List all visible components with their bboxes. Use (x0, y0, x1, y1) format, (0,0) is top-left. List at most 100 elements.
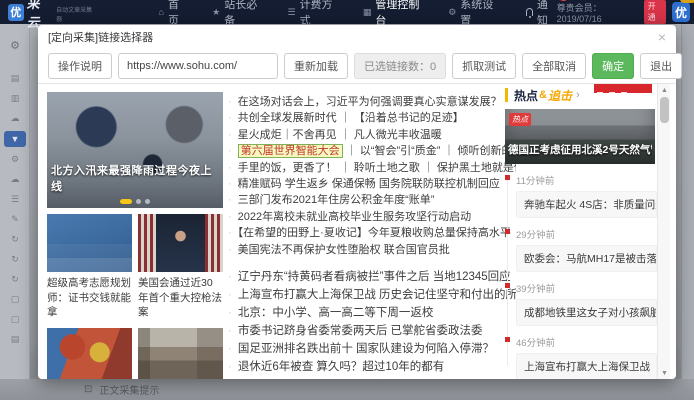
thumb-item[interactable]: 中国三人男篮止步小组赛 (47, 328, 132, 379)
left-media-column: 北方入汛来最强降雨过程今夜上线 超级高考志愿规划师：证书交钱就能拿 美国会通过近… (47, 92, 223, 379)
printer-icon[interactable]: ▤ (0, 332, 30, 347)
chart-icon[interactable]: ▤ (0, 71, 30, 86)
close-icon[interactable]: × (658, 30, 666, 44)
thumb-photo-basketball (47, 328, 132, 379)
hotspot-item-text[interactable]: 上海宣布打赢大上海保卫战 (516, 353, 657, 379)
thumb-photo-venice (138, 328, 223, 379)
upgrade-button[interactable]: 开通 (644, 0, 666, 24)
list-icon[interactable]: ☰ (0, 192, 30, 207)
iframe-scrollbar[interactable]: ▲ ▼ (657, 84, 670, 379)
exit-button[interactable]: 退出 (640, 53, 682, 79)
carousel-dot-active[interactable] (120, 199, 132, 204)
thumb-item[interactable]: 美国会通过近30年首个重大控枪法案 (138, 214, 223, 328)
thumb-item[interactable]: 超级高考志愿规划师：证书交钱就能拿 (47, 214, 132, 328)
gear-icon[interactable]: ⚙ (0, 152, 30, 167)
hotspot-subtitle: 追击 (548, 87, 572, 104)
headline-link[interactable]: 退休近6年被查 算久吗？超过10年的都有 (228, 358, 516, 376)
cancel-all-button[interactable]: 全部取消 (522, 53, 586, 79)
confirm-button[interactable]: 确定 (592, 53, 634, 79)
hotspot-item[interactable]: 39分钟前 成都地铁里这女子对小孩飙脏话 (516, 281, 657, 326)
headline-tail: ｜ 以“智会”引“质金” ｜ 倾听创新的律动 (343, 145, 516, 157)
status-bar-text: 正文采集提示 (99, 382, 159, 397)
status-bar: ⊡ 正文采集提示 (0, 379, 694, 400)
extension-logo[interactable]: 优VIP (672, 2, 690, 22)
carousel-dots (120, 199, 150, 204)
sync-icon[interactable]: ↻ (0, 252, 30, 267)
headline-link[interactable]: 上海宣布打赢大上海保卫战 历史会记住坚守和付出的所有人 (228, 286, 516, 304)
app-logo-icon: 优 (8, 4, 24, 21)
nav-item-label: 站长必备 (224, 0, 261, 28)
app-logo-tagline: 自动文章采集器 (56, 5, 94, 23)
gear-icon: ⚙ (448, 7, 456, 18)
headline-link[interactable]: 星火成炬｜不舍再见 ｜ 凡人微光丰收温暖 (228, 127, 516, 143)
hotspot-item[interactable]: 46分钟前 上海宣布打赢大上海保卫战 (516, 335, 657, 379)
doc-icon[interactable]: ▢ (0, 292, 30, 307)
funnel-icon[interactable]: ▼ (4, 131, 26, 147)
dialog-header: [定向采集]链接选择器 × (38, 25, 676, 49)
hotspot-item-text[interactable]: 成都地铁里这女子对小孩飙脏话 (516, 299, 657, 326)
cloud-icon[interactable]: ☁ (0, 172, 30, 187)
hotspot-item-text[interactable]: 奔驰车起火 4S店：非质量问题 (516, 191, 657, 218)
headline-list: 在这场对话会上，习近平为何强调要真心实意谋发展？ 共创全球发展新时代 ｜ 【沿着… (228, 94, 516, 376)
headline-link[interactable]: 市委书记跻身省委常委两天后 已掌舵省委政法委 (228, 322, 516, 340)
headline-link[interactable]: 在这场对话会上，习近平为何强调要真心实意谋发展？ (228, 94, 516, 110)
console-icon: ▦ (363, 7, 372, 18)
headline-link[interactable]: 【在希望的田野上·夏收记】今年夏粮收购总量保持高水平 (228, 225, 516, 241)
headline-link[interactable]: 精准赋码 学生返乡 保通保畅 国务院联防联控机制回应 (228, 176, 516, 192)
nav-item-label: 管理控制台 (375, 0, 422, 28)
headline-link[interactable]: 三部门发布2021年住房公积金年度“账单” (228, 192, 516, 208)
help-button[interactable]: 操作说明 (48, 53, 112, 79)
thumbnail-grid: 超级高考志愿规划师：证书交钱就能拿 美国会通过近30年首个重大控枪法案 中国三人… (47, 214, 223, 379)
scrape-test-button[interactable]: 抓取测试 (452, 53, 516, 79)
outer-scrollbar[interactable] (681, 24, 694, 400)
hotspot-feature-photo[interactable]: 热点 德国正考虑征用北溪2号天然气管道 (505, 109, 655, 164)
notification-button[interactable]: 通知 3 (526, 0, 557, 28)
headline-group-b: 辽宁丹东“持黄码者看病被拦”事件之后 当地12345回应 上海宣布打赢大上海保卫… (228, 268, 516, 376)
sync-icon[interactable]: ↻ (0, 232, 30, 247)
headline-link-highlighted[interactable]: 第六届世界智能大会 ｜ 以“智会”引“质金” ｜ 倾听创新的律动 (228, 143, 516, 159)
thumb-photo-flags (138, 214, 223, 272)
nav-item-billing[interactable]: ☰计费方式 (287, 0, 336, 28)
hero-photo-rain[interactable]: 北方入汛来最强降雨过程今夜上线 (47, 92, 223, 208)
headline-link[interactable]: 国足亚洲排名跌出前十 国家队建设为何陷入停滞？ (228, 340, 516, 358)
nav-item-console[interactable]: ▦管理控制台 (363, 0, 422, 28)
home-icon: ⌂ (159, 7, 164, 17)
carousel-dot[interactable] (136, 199, 141, 204)
scroll-up-icon[interactable]: ▲ (658, 84, 671, 96)
scrollbar-thumb[interactable] (660, 97, 669, 123)
carousel-dot[interactable] (145, 199, 150, 204)
star-icon: ★ (212, 7, 220, 18)
cloud-icon[interactable]: ☁ (0, 111, 30, 126)
dialog-toolbar: 操作说明 重新加载 已选链接数：0 抓取测试 全部取消 确定 退出 (38, 49, 676, 83)
selected-link-highlight[interactable]: 第六届世界智能大会 (238, 144, 343, 158)
reload-button[interactable]: 重新加载 (284, 53, 348, 79)
hotspot-header[interactable]: 热点 & 追击 › (505, 88, 657, 102)
headline-link[interactable]: 2022年离校未就业高校毕业生服务攻坚行动启动 (228, 209, 516, 225)
hotspot-item-text[interactable]: 欧委会：马航MH17是被击落的 (516, 245, 657, 272)
headline-link[interactable]: 北京：中小学、高一高二等下周一返校 (228, 304, 516, 322)
printer-icon[interactable]: ▥ (0, 91, 30, 106)
selected-count-box: 已选链接数：0 (354, 53, 446, 79)
sync-icon[interactable]: ↻ (0, 272, 30, 287)
scroll-down-icon[interactable]: ▼ (658, 367, 671, 379)
hotspot-item[interactable]: 11分钟前 奔驰车起火 4S店：非质量问题 (516, 173, 657, 218)
headline-link[interactable]: 手里的饭，更香了！ ｜ 聆听土地之歌 ｜ 保护黑土地就是保护每个… (228, 160, 516, 176)
nav-item-label: 系统设置 (460, 0, 497, 28)
edit-icon[interactable]: ✎ (0, 212, 30, 227)
doc-icon[interactable]: ▢ (0, 312, 30, 327)
url-input[interactable] (118, 53, 278, 79)
hotspot-item[interactable]: 29分钟前 欧委会：马航MH17是被击落的 (516, 227, 657, 272)
extension-logo-text: 优 (675, 4, 687, 21)
hero-caption[interactable]: 北方入汛来最强降雨过程今夜上线 (51, 162, 219, 194)
hotspot-timestamp: 46分钟前 (516, 335, 657, 349)
nav-item-home[interactable]: ⌂首页 (159, 0, 187, 28)
headline-link[interactable]: 辽宁丹东“持黄码者看病被拦”事件之后 当地12345回应 (228, 268, 516, 286)
top-navbar: 优 采云 自动文章采集器 ⌂首页 ★站长必备 ☰计费方式 ▦管理控制台 ⚙系统设… (0, 0, 694, 24)
headline-link[interactable]: 共创全球发展新时代 ｜ 【沿着总书记的足迹】 (228, 110, 516, 126)
hotspot-panel: 热点 & 追击 › 热点 德国正考虑征用北溪2号天然气管道 11分钟前 奔驰车起… (505, 88, 657, 379)
nav-item-settings[interactable]: ⚙ 系统设置 (448, 0, 497, 28)
gear-icon[interactable]: ⚙ (0, 38, 30, 53)
nav-item-webmaster[interactable]: ★ 站长必备 (212, 0, 261, 28)
thumb-item[interactable]: 威尼斯遇高水位倒灌 圣 (138, 328, 223, 379)
headline-link[interactable]: 美国宪法不再保护女性堕胎权 联合国官员批 (228, 242, 516, 258)
